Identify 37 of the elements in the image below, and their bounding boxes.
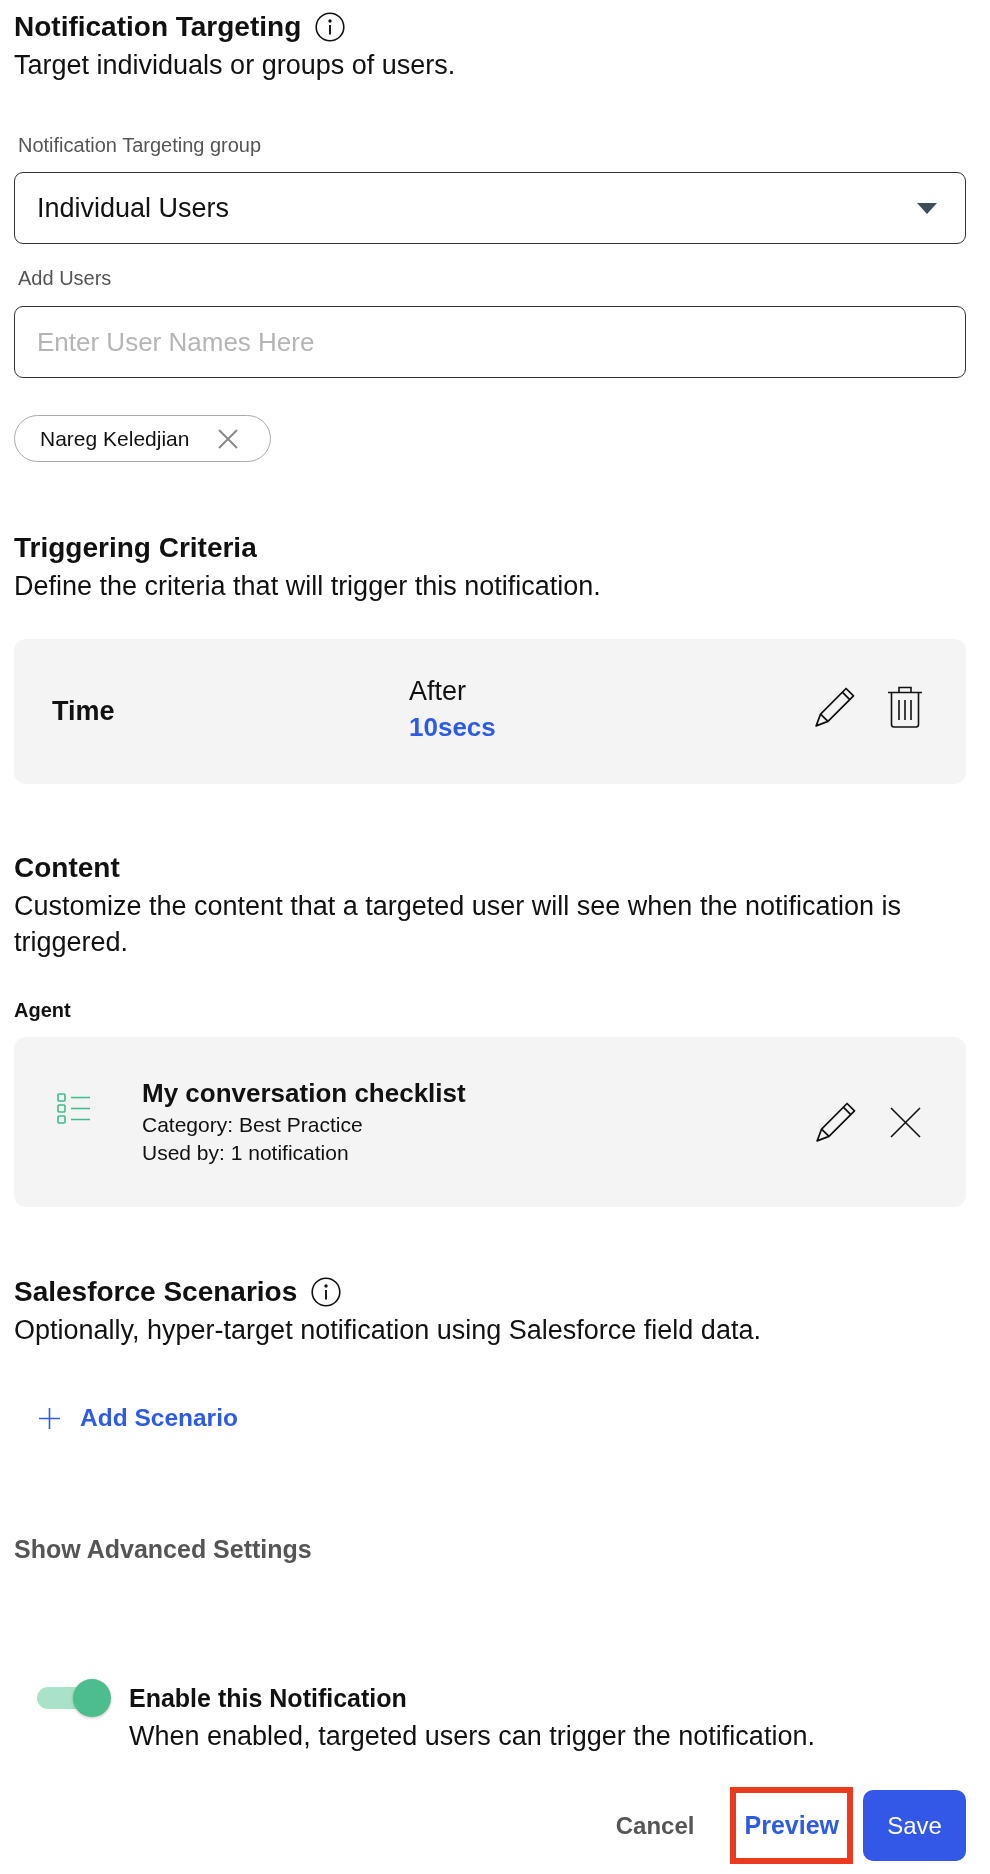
toggle-label: Enable this Notification bbox=[129, 1685, 407, 1711]
pencil-icon[interactable] bbox=[815, 686, 855, 727]
info-icon[interactable] bbox=[311, 1277, 342, 1307]
plus-icon bbox=[39, 1407, 60, 1429]
section-description: Define the criteria that will trigger this notification. bbox=[14, 570, 602, 603]
caret-icon bbox=[917, 202, 937, 214]
content-usage: Used by: 1 notification bbox=[142, 1139, 349, 1166]
condition-label: After bbox=[409, 674, 467, 708]
chip-label: Nareg Keledjian bbox=[40, 426, 190, 451]
section-description: Customize the content that a targeted user will see when the notification is triggered. bbox=[14, 890, 902, 959]
field-label: Add Users bbox=[17, 266, 113, 290]
user-name-field[interactable]: Enter User Names Here bbox=[14, 306, 966, 378]
toggle-description: When enabled, targeted users can trigger the notification. bbox=[129, 1720, 815, 1753]
close-icon[interactable] bbox=[890, 1106, 921, 1138]
save-button[interactable]: Save bbox=[863, 1790, 966, 1861]
pencil-icon[interactable] bbox=[816, 1102, 856, 1142]
add-scenario-button[interactable]: Add Scenario bbox=[14, 1400, 238, 1436]
cancel-button[interactable]: Cancel bbox=[605, 1787, 705, 1864]
field-label: Notification Targeting group bbox=[17, 133, 263, 157]
section-description: Optionally, hyper-target notification using Salesforce field data. bbox=[14, 1314, 762, 1347]
group-select[interactable]: Individual Users bbox=[14, 172, 966, 244]
content-title: My conversation checklist bbox=[142, 1077, 466, 1108]
checklist-icon bbox=[57, 1092, 91, 1124]
section-description: Target individuals or groups of users. bbox=[14, 49, 457, 82]
section-title: Content bbox=[14, 851, 120, 885]
content-category: Category: Best Practice bbox=[142, 1111, 363, 1138]
duration-link[interactable]: 10secs bbox=[409, 708, 496, 745]
section-title: Salesforce Scenarios bbox=[14, 1275, 298, 1309]
section-title: Triggering Criteria bbox=[14, 531, 257, 565]
enable-toggle[interactable] bbox=[37, 1679, 111, 1717]
criteria-name: Time bbox=[52, 696, 116, 727]
section-label: Agent bbox=[14, 998, 72, 1022]
advanced-settings-link[interactable]: Show Advanced Settings bbox=[14, 1535, 312, 1563]
preview-button[interactable]: Preview bbox=[730, 1787, 853, 1864]
trash-icon[interactable] bbox=[887, 685, 923, 728]
info-icon[interactable] bbox=[315, 12, 346, 42]
section-title: Notification Targeting bbox=[14, 10, 302, 44]
